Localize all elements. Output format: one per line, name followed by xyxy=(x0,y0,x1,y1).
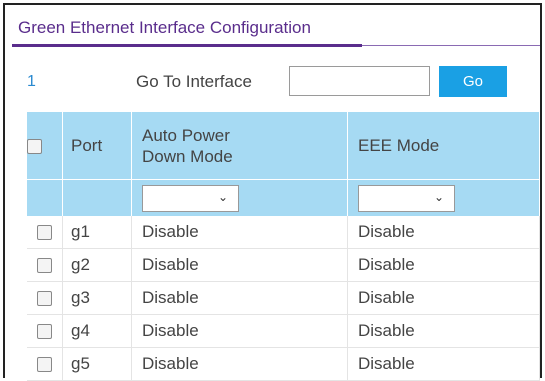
goto-interface-label: Go To Interface xyxy=(136,72,252,91)
eee-mode-filter-select[interactable]: ⌄ xyxy=(358,184,455,212)
eee-mode-cell: Disable xyxy=(347,216,540,249)
auto-power-down-cell: Disable xyxy=(131,314,348,348)
chevron-down-icon: ⌄ xyxy=(217,189,228,204)
auto-power-down-header[interactable]: Auto Power Down Mode xyxy=(131,112,348,180)
eee-mode-cell: Disable xyxy=(347,314,540,348)
table-row[interactable]: g5 Disable Disable xyxy=(27,347,540,381)
title-divider xyxy=(362,45,540,46)
row-checkbox[interactable] xyxy=(37,291,52,307)
section-title: Green Ethernet Interface Configuration xyxy=(18,18,311,37)
port-cell: g5 xyxy=(62,347,132,381)
table-row[interactable]: g3 Disable Disable xyxy=(27,281,540,315)
interface-table: Port Auto Power Down Mode EEE Mode ⌄ ⌄ g… xyxy=(27,112,540,381)
table-row[interactable]: g4 Disable Disable xyxy=(27,314,540,348)
select-all-checkbox[interactable] xyxy=(27,138,42,154)
go-button[interactable]: Go xyxy=(439,66,507,97)
auto-power-down-cell: Disable xyxy=(131,248,348,282)
table-row[interactable]: g1 Disable Disable xyxy=(27,216,540,249)
port-cell: g2 xyxy=(62,248,132,282)
eee-mode-header[interactable]: EEE Mode xyxy=(347,112,540,180)
auto-power-down-filter-select[interactable]: ⌄ xyxy=(142,184,239,212)
auto-power-down-cell: Disable xyxy=(131,281,348,315)
row-checkbox[interactable] xyxy=(37,225,52,241)
row-checkbox[interactable] xyxy=(37,258,52,274)
select-all-cell xyxy=(27,112,63,180)
auto-power-down-header-line1: Auto Power xyxy=(142,125,230,145)
row-checkbox[interactable] xyxy=(37,324,52,340)
eee-mode-cell: Disable xyxy=(347,281,540,315)
auto-power-down-header-line2: Down Mode xyxy=(142,146,233,166)
table-header-row: Port Auto Power Down Mode EEE Mode xyxy=(27,112,540,180)
port-cell: g3 xyxy=(62,281,132,315)
eee-mode-cell: Disable xyxy=(347,347,540,381)
title-underline xyxy=(12,44,362,47)
auto-power-down-cell: Disable xyxy=(131,347,348,381)
port-cell: g1 xyxy=(62,216,132,249)
chevron-down-icon: ⌄ xyxy=(433,189,444,204)
table-row[interactable]: g2 Disable Disable xyxy=(27,248,540,282)
eee-mode-cell: Disable xyxy=(347,248,540,282)
goto-interface-input[interactable] xyxy=(289,66,430,96)
filter-row: ⌄ ⌄ xyxy=(27,179,540,216)
page-link[interactable]: 1 xyxy=(27,73,36,91)
port-header[interactable]: Port xyxy=(62,112,132,180)
row-checkbox[interactable] xyxy=(37,357,52,373)
port-cell: g4 xyxy=(62,314,132,348)
auto-power-down-cell: Disable xyxy=(131,216,348,249)
